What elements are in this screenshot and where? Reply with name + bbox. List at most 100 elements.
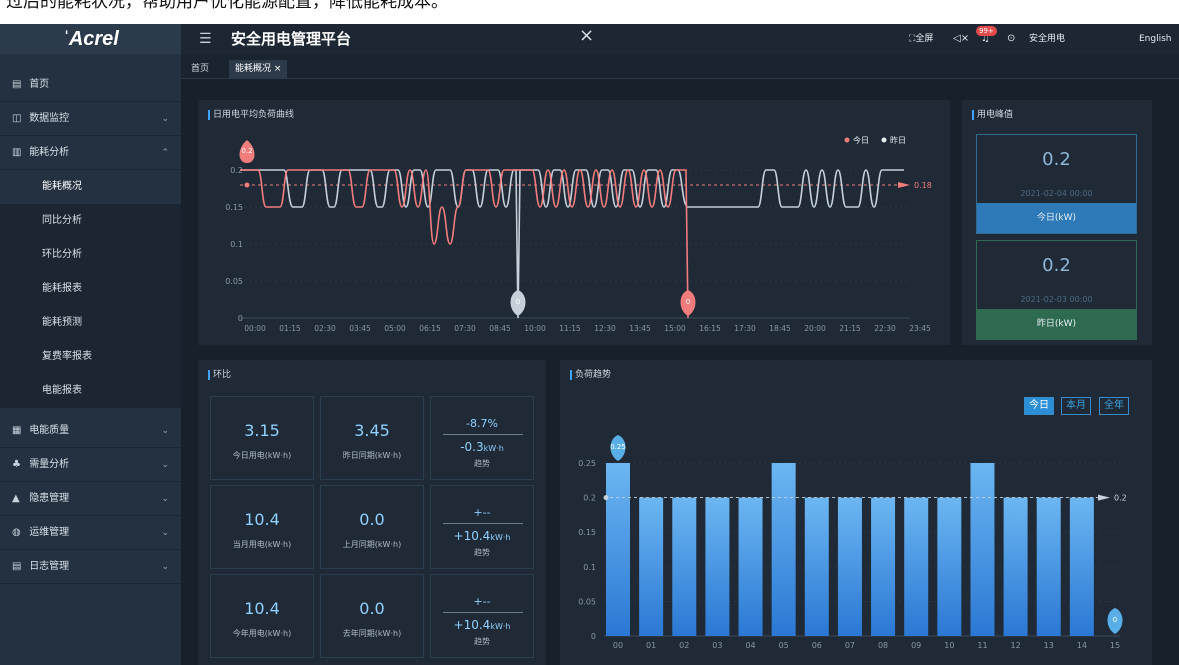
fullscreen-button[interactable]: ⛶全屏: [909, 24, 933, 54]
chevron-up-icon: ⌃: [161, 148, 169, 158]
today-max-pin-label: 0.2: [241, 147, 252, 155]
mute-icon[interactable]: ◁×: [953, 24, 969, 54]
chevron-down-icon: ⌄: [161, 460, 169, 470]
y-tick: 0.2: [583, 494, 596, 503]
x-tick: 16:15: [699, 324, 721, 333]
trend-average-label: 0.2: [1114, 494, 1127, 503]
peak-yesterday-time: 2021-02-03 00:00: [1020, 295, 1093, 304]
period-year-button[interactable]: 全年: [1099, 397, 1129, 415]
tab-energy-overview[interactable]: 能耗概况 ×: [229, 60, 288, 79]
sidebar-sub-mom[interactable]: 环比分析: [0, 238, 181, 272]
sidebar-sub-overview[interactable]: 能耗概况: [0, 170, 181, 204]
sidebar-item-label: 日志管理: [29, 561, 70, 572]
logo-mark-icon: ˈ: [62, 28, 69, 50]
legend-yesterday: 昨日: [890, 135, 906, 145]
bar: [937, 497, 962, 636]
chevron-down-icon: ⌄: [161, 426, 169, 436]
sidebar-item-label: 数据监控: [29, 113, 70, 124]
yesterday-same-period-value: 3.45: [354, 421, 390, 440]
x-tick: 15: [1110, 641, 1120, 650]
daily-load-chart: 今日 昨日 0.2 0.15 0.1 0.05 0 00:00 01:15 02…: [225, 135, 932, 333]
load-trend-chart: 0.25 0.2 0.15 0.1 0.05 0 00 01 02 03 04 05 06 07 08 09…: [578, 435, 1127, 650]
y-tick: 0.1: [230, 240, 243, 249]
x-tick: 01: [646, 641, 656, 650]
last-month-same-period-card: 0.0 上月同期(kW·h): [320, 485, 424, 569]
legend-today-dot: [844, 137, 850, 143]
home-icon: ▤: [12, 79, 22, 90]
x-tick: 06:15: [419, 324, 441, 333]
bar: [904, 497, 929, 636]
trend-divider: [443, 523, 523, 524]
x-tick: 11:15: [559, 324, 581, 333]
year-usage-label: 今年用电(kW·h): [232, 629, 292, 638]
sidebar-sub-power[interactable]: 电能报表: [0, 374, 181, 408]
day-trend-percent: -8.7%: [466, 417, 498, 430]
bar: [705, 497, 730, 636]
year-trend-unit: kW·h: [490, 622, 511, 631]
sidebar-item-label: 隐患管理: [29, 493, 70, 504]
x-tick: 01:15: [279, 324, 301, 333]
chevron-down-icon: ⌄: [161, 528, 169, 538]
month-trend-label: 趋势: [474, 548, 490, 557]
user-menu[interactable]: 安全用电: [1029, 24, 1065, 54]
last-year-value: 0.0: [359, 599, 385, 618]
bar: [606, 463, 630, 636]
last-year-same-period-card: 0.0 去年同期(kW·h): [320, 574, 424, 658]
trend-divider: [443, 434, 523, 435]
x-tick: 05:00: [384, 324, 406, 333]
wrench-icon: ◍: [12, 527, 21, 538]
tab-home[interactable]: 首页: [185, 60, 215, 79]
chevron-down-icon: ⌄: [161, 562, 169, 572]
peak-yesterday-card: 0.2 2021-02-03 00:00 昨日(kW): [976, 240, 1137, 340]
help-icon[interactable]: ⊙: [1007, 24, 1015, 54]
sidebar-item-monitor[interactable]: ◫ 数据监控 ⌄: [0, 102, 181, 136]
x-tick: 13:45: [629, 324, 651, 333]
x-tick: 14: [1077, 641, 1087, 650]
bar: [771, 463, 796, 636]
today-average-marker: [244, 182, 250, 188]
sidebar-item-label: 能耗分析: [29, 147, 70, 158]
x-tick: 04: [745, 641, 755, 650]
period-month-button[interactable]: 本月: [1061, 397, 1091, 415]
app-title: 安全用电管理平台: [231, 30, 352, 48]
y-tick: 0.25: [578, 459, 596, 468]
bar-chart-icon: ▥: [12, 147, 22, 158]
sidebar-item-ops[interactable]: ◍ 运维管理 ⌄: [0, 516, 181, 550]
x-tick: 03: [712, 641, 722, 650]
x-tick: 00: [613, 641, 623, 650]
sidebar-item-quality[interactable]: ▦ 电能质量 ⌄: [0, 414, 181, 448]
sidebar-sub-yoy[interactable]: 同比分析: [0, 204, 181, 238]
day-trend-card: -8.7% -0.3kW·h 趋势: [430, 396, 534, 480]
x-tick: 03:45: [349, 324, 371, 333]
last-month-label: 上月同期(kW·h): [342, 540, 402, 549]
month-trend-card: +-- +10.4kW·h 趋势: [430, 485, 534, 569]
sidebar-sub-forecast[interactable]: 能耗预测: [0, 306, 181, 340]
period-today-button[interactable]: 今日: [1024, 397, 1054, 415]
sidebar-sub-tariff[interactable]: 复费率报表: [0, 340, 181, 374]
chevron-down-icon: ⌄: [161, 114, 169, 124]
sidebar-item-hazard[interactable]: ▲ 隐患管理 ⌄: [0, 482, 181, 516]
sidebar-item-log[interactable]: ▤ 日志管理 ⌄: [0, 550, 181, 584]
daily-load-panel: 日用电平均负荷曲线 今日 昨日 0.2 0.15 0.1 0.05 0 00:0…: [198, 100, 950, 345]
trend-max-pin-label: 0.25: [610, 443, 626, 451]
bar: [639, 497, 664, 636]
year-usage-card: 10.4 今年用电(kW·h): [210, 574, 314, 658]
y-tick: 0: [238, 314, 243, 323]
x-tick: 15:00: [664, 324, 686, 333]
month-usage-card: 10.4 当月用电(kW·h): [210, 485, 314, 569]
sidebar-sub-report[interactable]: 能耗报表: [0, 272, 181, 306]
close-icon[interactable]: ×: [579, 24, 594, 48]
language-switch[interactable]: English: [1139, 24, 1172, 54]
sidebar-item-energy[interactable]: ▥ 能耗分析 ⌃: [0, 136, 181, 170]
sidebar-item-home[interactable]: ▤ 首页: [0, 68, 181, 102]
yesterday-same-period-label: 昨日同期(kW·h): [342, 451, 402, 460]
y-tick: 0: [591, 632, 596, 641]
tab-close-icon[interactable]: ×: [274, 64, 282, 74]
average-arrow-icon: [898, 182, 910, 188]
menu-toggle-icon[interactable]: ☰: [199, 24, 212, 54]
peak-today-card: 0.2 2021-02-04 00:00 今日(kW): [976, 134, 1137, 234]
sidebar-item-demand[interactable]: ♣ 需量分析 ⌄: [0, 448, 181, 482]
today-average-label: 0.18: [914, 181, 932, 190]
x-tick: 02:30: [314, 324, 336, 333]
tab-bar: 首页 能耗概况 ×: [181, 54, 1179, 79]
